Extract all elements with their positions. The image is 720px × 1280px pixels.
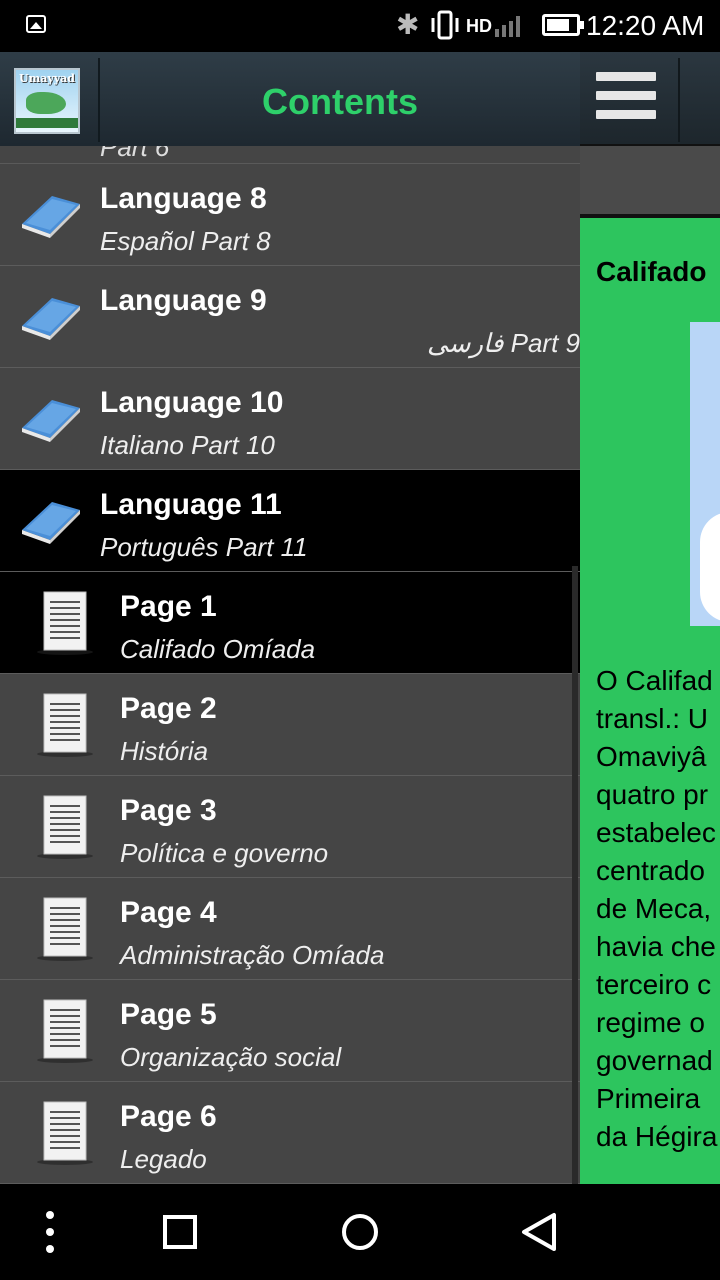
drawer-title: Contents [262,81,418,122]
toc-item-title: Language 8 [100,182,267,215]
toc-item-title: Language 10 [100,386,284,419]
toc-item-title: Page 1 [120,590,217,623]
toc-item-subtitle: Español Part 8 [100,226,271,256]
vibrate-icon [431,10,459,40]
recents-icon[interactable] [150,1184,210,1280]
article-line: Omaviyâ [596,741,707,772]
toc-item-subtitle: História [120,736,209,766]
article-line: quatro pr [596,779,709,810]
article-line: terceiro c [596,969,712,1000]
toc-item-language-8[interactable]: Language 8 Español Part 8 [0,164,580,266]
main-pane: Califado O Califad transl.: U Omaviyâ qu… [580,52,720,1184]
more-icon[interactable] [30,1184,70,1280]
toc-item-subtitle: Part 9 فارسی [427,328,580,358]
article-line: O Califad [596,665,713,696]
toc-item-subtitle: Organização social [120,1042,342,1072]
article-line: da Hégira [596,1121,718,1152]
toc-item-language-9[interactable]: Language 9 Part 9 فارسی [0,266,580,368]
main-toolbar [580,52,720,146]
article-line: de Meca, [596,893,712,924]
article-line: Primeira [596,1083,701,1114]
signal-icon [495,16,520,37]
toc-item-subtitle: Califado Omíada [120,634,316,664]
logo-banner [16,118,78,128]
back-icon[interactable] [510,1184,570,1280]
toc-item-page-4[interactable]: Page 4 Administração Omíada [0,878,580,980]
book-icon [22,400,80,442]
article-content: Califado O Califad transl.: U Omaviyâ qu… [580,222,720,1184]
toc-item-title: Language 11 [100,488,282,521]
toc-item-subtitle: Italiano Part 10 [100,430,275,460]
toc-item-page-3[interactable]: Page 3 Política e governo [0,776,580,878]
logo-text: Umayyad [19,72,75,85]
toc-item-language-11[interactable]: Language 11 Português Part 11 [0,470,580,572]
article-map-image [690,322,720,626]
toc-item-subtitle: Legado [120,1144,207,1174]
article-line: centrado [596,855,705,886]
toc-item-title: Page 2 [120,692,217,725]
network-type-label: HD [466,16,492,36]
article-line: havia che [596,931,716,962]
navigation-drawer: Umayyad Contents Part 6 Language 8 Españ… [0,52,580,1184]
gallery-icon [26,15,46,33]
toc-item-title: Page 5 [120,998,217,1031]
status-clock: 12:20 AM [586,10,705,41]
document-icon [37,897,93,961]
drawer-scrollbar[interactable] [572,566,578,1184]
book-icon [22,196,80,238]
list-item-subtitle: Part 6 [100,146,170,162]
main-subbar [580,146,720,218]
toc-item-page-5[interactable]: Page 5 Organização social [0,980,580,1082]
toc-item-title: Page 6 [120,1100,217,1133]
document-icon [37,591,93,655]
toc-item-page-2[interactable]: Page 2 História [0,674,580,776]
system-navigation-bar [0,1184,720,1280]
battery-icon [542,14,584,36]
article-line: transl.: U [596,703,709,734]
article-text: O Califad transl.: U Omaviyâ quatro pr e… [596,662,720,1156]
toc-item-language-10[interactable]: Language 10 Italiano Part 10 [0,368,580,470]
book-icon [22,502,80,544]
screen: ✱ HD 12:20 AM Califado O Califad transl.… [0,0,720,1280]
toc-item-title: Language 9 [100,284,267,317]
drawer-header: Umayyad Contents [0,52,580,146]
article-line: regime o [596,1007,705,1038]
article-line: governad [596,1045,713,1076]
app-logo[interactable]: Umayyad [14,68,80,134]
toc-item-title: Page 3 [120,794,217,827]
toc-item-page-1[interactable]: Page 1 Califado Omíada [0,572,580,674]
hamburger-menu-icon[interactable] [596,72,656,128]
logo-map-shape [26,92,66,114]
toc-item-page-6[interactable]: Page 6 Legado [0,1082,580,1184]
bluetooth-icon: ✱ [396,9,420,40]
book-icon [22,298,80,340]
toc-item-subtitle: Português Part 11 [100,532,308,562]
toc-item-subtitle: Política e governo [120,838,329,868]
toc-item-subtitle: Administração Omíada [120,940,385,970]
document-icon [37,795,93,859]
status-bar: ✱ HD 12:20 AM [0,0,720,52]
contents-list: Part 6 Language 8 Español Part 8 Languag… [0,146,580,1184]
article-line: estabelec [596,817,716,848]
article-title: Califado [596,256,707,287]
document-icon [37,1101,93,1165]
list-item-partial[interactable]: Part 6 [0,146,580,164]
document-icon [37,693,93,757]
toolbar-divider [678,58,680,142]
document-icon [37,999,93,1063]
toc-item-title: Page 4 [120,896,217,929]
home-icon[interactable] [330,1184,390,1280]
